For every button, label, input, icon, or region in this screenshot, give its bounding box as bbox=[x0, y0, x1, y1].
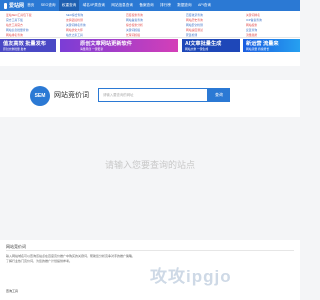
links-col-1: 爱站SEO工具包下载 官方工具下载 站长工具官方 网站信息批量查询 网站排名查询 bbox=[6, 13, 42, 38]
nav-item-seo[interactable]: SEO查询 bbox=[38, 0, 59, 11]
tool-title: 网站竞价词 bbox=[54, 92, 89, 99]
banner-title: 原创文章网站更新软件 bbox=[80, 41, 132, 47]
banner-subtitle: 海量原创 一键更新 bbox=[80, 47, 104, 51]
site-logo[interactable]: 爱站网 bbox=[0, 2, 24, 9]
banner-title: 新运营 流量来 bbox=[246, 41, 279, 47]
quick-links-panel: 爱站SEO工具包下载 官方工具下载 站长工具官方 网站信息批量查询 网站排名查询… bbox=[0, 11, 300, 38]
empty-state-text: 请输入您要查询的站点 bbox=[104, 160, 195, 170]
nav-item-icp[interactable]: 备案查询 bbox=[136, 0, 157, 11]
nav-item-api[interactable]: API查询 bbox=[195, 0, 214, 11]
search-input[interactable]: 请输入要查询的网址 bbox=[98, 88, 208, 102]
divider bbox=[6, 250, 294, 251]
ad-banner-2[interactable]: 原创文章网站更新软件 海量原创 一键更新 bbox=[60, 39, 178, 52]
ad-banner-1[interactable]: 值友高效 批量发布 原创文章批量 发布 bbox=[0, 39, 56, 52]
nav-item-site-info[interactable]: 网站信息查询 bbox=[108, 0, 136, 11]
links-col-2: SEO综合查询 友情链接检测 关键词排名查询 网站优化大师 站长之家工具 bbox=[66, 13, 102, 38]
banner-subtitle: 网站文章 一键生成 bbox=[185, 47, 209, 51]
nav-item-domain-ip[interactable]: 域名/IP类查询 bbox=[79, 0, 108, 11]
watermark: 攻攻ipgjo bbox=[150, 267, 232, 286]
info-subheading: 查询工具 bbox=[6, 289, 19, 293]
banner-subtitle: 原创文章批量 发布 bbox=[3, 47, 27, 51]
ad-banner-4[interactable]: 新运营 流量来 网站流量 持续增长 bbox=[243, 39, 300, 52]
logo-icon bbox=[4, 2, 7, 9]
ad-banner-3[interactable]: AI文章批量生成 网站文章 一键生成 bbox=[182, 39, 240, 52]
links-col-3: 百度权重查询 网站备案查询 综合权重分析 关键词挖掘 长尾词挖掘 bbox=[126, 13, 162, 38]
nav-item-weight[interactable]: 权重查询 bbox=[58, 0, 80, 11]
banner-title: 值友高效 批量发布 bbox=[3, 41, 46, 47]
nav-item-ranking[interactable]: 排行榜 bbox=[157, 0, 174, 11]
links-col-5: 关键词排名 ICP备案查询 网站权重 反链查询 流量趋势 bbox=[246, 13, 282, 38]
links-col-4: 百度收录查询 网站历史查询 网站安全检测 网站速度测试 死链检测 bbox=[186, 13, 222, 38]
top-nav: 爱站网 首页 SEO查询 权重查询 域名/IP类查询 网站信息查询 备案查询 排… bbox=[0, 0, 300, 11]
logo-text: 爱站网 bbox=[8, 3, 24, 9]
banner-subtitle: 网站流量 持续增长 bbox=[246, 47, 270, 51]
info-text: 了解行业热门竞价词，为您的推广计划提供参考。 bbox=[6, 259, 73, 263]
nav-item-home[interactable]: 首页 bbox=[24, 0, 38, 11]
info-text: 输入网站域名可以查询该站点在百度竞价推广中购买的关键词，帮助您分析竞争对手的推广… bbox=[6, 254, 136, 258]
nav-item-data[interactable]: 数据查询 bbox=[174, 0, 195, 11]
query-button[interactable]: 查询 bbox=[208, 88, 230, 102]
seo-icon: SEM bbox=[30, 86, 50, 106]
banner-title: AI文章批量生成 bbox=[185, 41, 222, 47]
